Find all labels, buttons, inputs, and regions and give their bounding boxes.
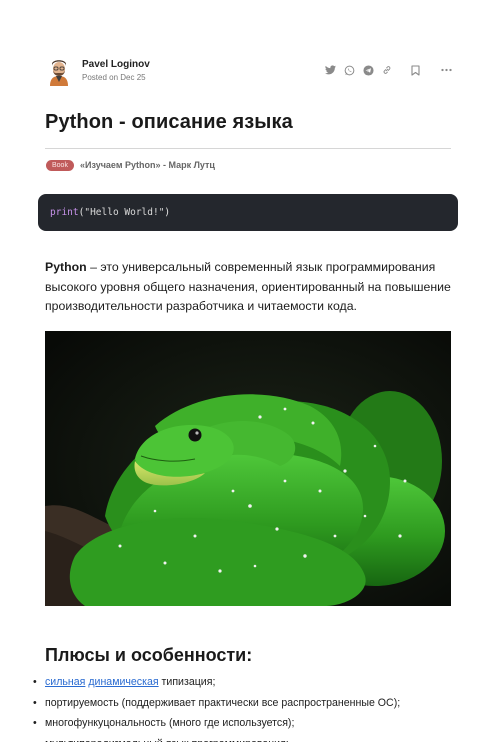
section-title: Плюсы и особенности: <box>45 645 253 665</box>
intro-paragraph: Python – это универсальный современный я… <box>45 258 455 317</box>
whatsapp-icon <box>344 65 354 75</box>
book-badge[interactable]: Book <box>46 159 74 171</box>
page-title: Python - описание языка <box>45 111 293 133</box>
intro-bold: Python <box>45 260 87 274</box>
features-list: сильная динамическая типизация; портируе… <box>33 672 463 742</box>
telegram-icon <box>362 64 374 76</box>
bookmark-button[interactable] <box>406 62 424 78</box>
list-item: мультипарадигмальный язык программирован… <box>33 734 463 742</box>
more-icon <box>440 68 452 72</box>
author-block: Pavel Loginov Posted on Dec 25 <box>45 56 455 88</box>
intro-text: – это универсальный современный язык про… <box>45 260 451 313</box>
code-string: "Hello World!" <box>84 207 165 218</box>
more-options-button[interactable] <box>437 62 455 78</box>
code-paren-close: ) <box>164 207 171 218</box>
avatar[interactable] <box>45 56 73 86</box>
link-dynamic-typing[interactable]: динамическая <box>88 676 158 688</box>
copy-link-button[interactable] <box>378 62 396 78</box>
telegram-share-button[interactable] <box>359 62 377 78</box>
code-line: print("Hello World!") <box>50 207 170 218</box>
link-strong-typing[interactable]: сильная <box>45 676 85 688</box>
list-item: сильная динамическая типизация; <box>33 672 463 693</box>
whatsapp-share-button[interactable] <box>340 62 358 78</box>
share-actions <box>320 62 455 78</box>
list-item: портируемость (поддерживает практически … <box>33 693 463 714</box>
twitter-icon <box>324 65 336 75</box>
list-item-text: типизация; <box>158 676 216 688</box>
code-block[interactable]: print("Hello World!") <box>38 194 458 231</box>
list-item: многофункуцональность (много где использ… <box>33 713 463 734</box>
python-snake-image <box>45 331 451 606</box>
link-icon <box>383 66 391 74</box>
book-title: «Изучаем Python» - Марк Лутц <box>79 160 215 170</box>
twitter-share-button[interactable] <box>321 62 339 78</box>
book-reference: Book «Изучаем Python» - Марк Лутц <box>46 158 215 172</box>
bookmark-icon <box>410 64 420 76</box>
title-divider <box>45 148 451 149</box>
post-date: Posted on Dec 25 <box>82 73 146 82</box>
code-keyword: print <box>50 207 79 218</box>
author-name[interactable]: Pavel Loginov <box>82 59 150 70</box>
